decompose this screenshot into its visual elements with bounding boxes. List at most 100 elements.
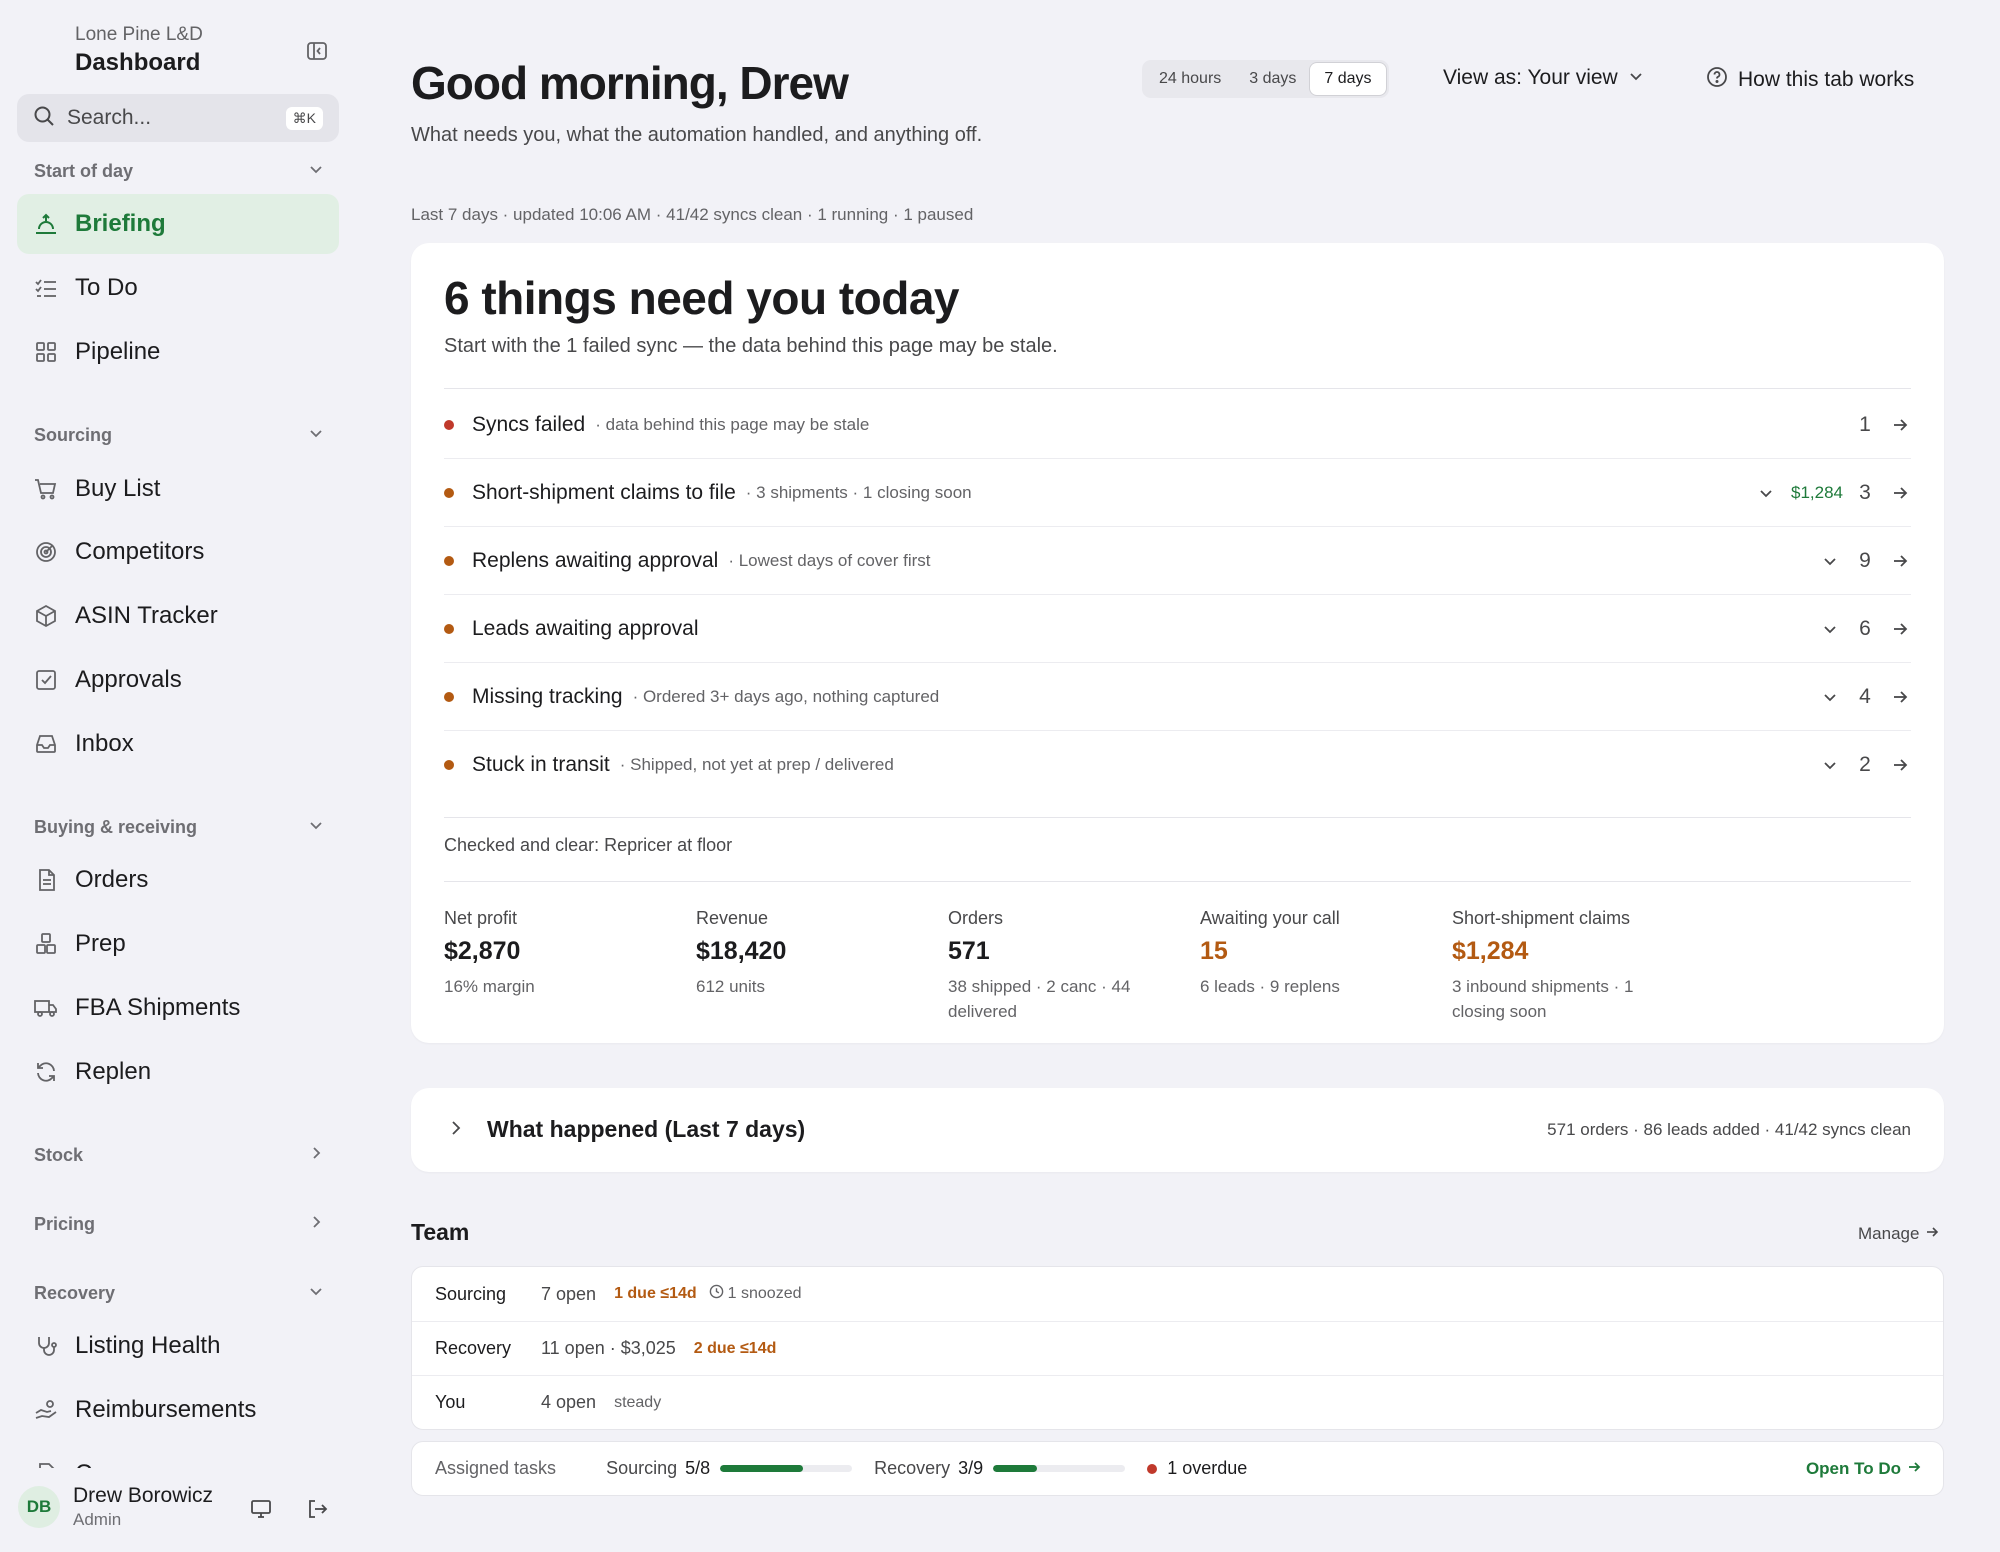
- sidebar: Lone Pine L&D Dashboard Search... ⌘K Sta…: [0, 0, 356, 1552]
- divider: [444, 817, 1911, 818]
- range-24-hours[interactable]: 24 hours: [1145, 63, 1235, 95]
- arrow-right-icon[interactable]: [1889, 618, 1911, 640]
- sidebar-item-fba-shipments[interactable]: FBA Shipments: [17, 978, 339, 1038]
- sidebar-item-competitors[interactable]: Competitors: [17, 522, 339, 582]
- arrow-right-icon[interactable]: [1889, 754, 1911, 776]
- what-happened-title: What happened (Last 7 days): [487, 1116, 806, 1142]
- sidebar-item-pipeline[interactable]: Pipeline: [17, 322, 339, 382]
- range-3-days[interactable]: 3 days: [1235, 63, 1310, 95]
- section-sourcing[interactable]: Sourcing: [34, 421, 324, 449]
- status-dot: [444, 555, 454, 566]
- task-row-syncs-failed[interactable]: Syncs failed · data behind this page may …: [444, 391, 1911, 459]
- inbox-icon: [33, 731, 59, 757]
- page-subtitle: What needs you, what the automation hand…: [411, 124, 983, 146]
- sidebar-item-briefing[interactable]: Briefing: [17, 194, 339, 254]
- metric-awaiting-call[interactable]: Awaiting your call 15 6 leads · 9 replen…: [1200, 908, 1430, 999]
- sidebar-item-label: Competitors: [75, 538, 205, 565]
- section-buying-receiving[interactable]: Buying & receiving: [34, 813, 324, 841]
- metric-label: Awaiting your call: [1200, 908, 1340, 928]
- search-input[interactable]: Search... ⌘K: [17, 94, 339, 142]
- task-row-short-shipment-claims[interactable]: Short-shipment claims to file · 3 shipmen…: [444, 459, 1911, 527]
- section-pricing[interactable]: Pricing: [34, 1210, 324, 1238]
- chevron-down-icon[interactable]: [1819, 686, 1841, 708]
- team-due-badge: 2 due ≤14d: [693, 1339, 777, 1357]
- sidebar-collapse-icon[interactable]: [302, 36, 332, 66]
- team-row-recovery[interactable]: Recovery 11 open · $3,025 2 due ≤14d: [412, 1321, 1943, 1375]
- what-happened-card[interactable]: What happened (Last 7 days) 571 orders ·…: [411, 1088, 1944, 1172]
- chevron-down-icon: [1628, 66, 1644, 90]
- arrow-right-icon[interactable]: [1889, 414, 1911, 436]
- sidebar-item-buy-list[interactable]: Buy List: [17, 459, 339, 519]
- sidebar-item-listing-health[interactable]: Listing Health: [17, 1316, 339, 1376]
- manage-team-link[interactable]: Manage: [1858, 1224, 1939, 1244]
- team-row-sourcing[interactable]: Sourcing 7 open 1 due ≤14d 1 snoozed: [412, 1267, 1943, 1321]
- assigned-tasks-bar: Assigned tasks Sourcing 5/8 Recovery 3/9…: [411, 1441, 1944, 1496]
- arrow-right-icon[interactable]: [1889, 550, 1911, 572]
- metric-value: 15: [1200, 937, 1228, 965]
- what-happened-summary: 571 orders · 86 leads added · 41/42 sync…: [1547, 1120, 1911, 1139]
- metric-revenue[interactable]: Revenue $18,420 612 units: [696, 908, 926, 999]
- how-tab-works-button[interactable]: How this tab works: [1706, 66, 1914, 94]
- help-circle-icon: [1706, 66, 1728, 94]
- team-heading: Team: [411, 1219, 470, 1245]
- overdue-indicator[interactable]: 1 overdue: [1147, 1458, 1247, 1479]
- task-count: 6: [1859, 616, 1871, 640]
- open-todo-link[interactable]: Open To Do: [1806, 1459, 1921, 1479]
- metric-sub: 612 units: [696, 977, 765, 996]
- view-as-dropdown[interactable]: View as: Your view: [1443, 66, 1644, 90]
- chevron-down-icon[interactable]: [1819, 754, 1841, 776]
- sidebar-item-todo[interactable]: To Do: [17, 258, 339, 318]
- task-count: 3: [1859, 480, 1871, 504]
- task-meta: · Shipped, not yet at prep / delivered: [619, 755, 894, 774]
- task-actions: 4: [1819, 685, 1911, 709]
- sidebar-item-reimbursements[interactable]: Reimbursements: [17, 1380, 339, 1440]
- metric-label: Orders: [948, 908, 1004, 928]
- section-recovery[interactable]: Recovery: [34, 1279, 324, 1307]
- section-label: Start of day: [34, 160, 134, 181]
- chevron-down-icon[interactable]: [1819, 550, 1841, 572]
- assigned-tasks-label: Assigned tasks: [435, 1458, 557, 1478]
- team-row-you[interactable]: You 4 open steady: [412, 1375, 1943, 1429]
- avatar[interactable]: DB: [18, 1486, 60, 1528]
- metric-short-shipment-claims[interactable]: Short-shipment claims $1,284 3 inbound s…: [1452, 908, 1682, 1024]
- truck-icon: [33, 995, 59, 1021]
- sidebar-item-approvals[interactable]: Approvals: [17, 650, 339, 710]
- tasks-group-value: 5/8: [685, 1458, 711, 1478]
- metric-sub: 6 leads · 9 replens: [1200, 977, 1340, 996]
- status-dot: [1147, 1463, 1158, 1474]
- user-role: Admin: [73, 1510, 122, 1529]
- status-dot: [444, 419, 454, 430]
- chevron-down-icon[interactable]: [1755, 482, 1777, 504]
- monitor-icon[interactable]: [248, 1496, 274, 1522]
- boxes-icon: [33, 931, 59, 957]
- task-row-stuck-in-transit[interactable]: Stuck in transit · Shipped, not yet at pr…: [444, 731, 1911, 799]
- needs-you-subtitle: Start with the 1 failed sync — the data …: [444, 335, 1058, 357]
- metric-net-profit[interactable]: Net profit $2,870 16% margin: [444, 908, 674, 999]
- arrow-right-icon[interactable]: [1889, 482, 1911, 504]
- task-row-leads-awaiting[interactable]: Leads awaiting approval 6: [444, 595, 1911, 663]
- sidebar-item-asin-tracker[interactable]: ASIN Tracker: [17, 586, 339, 646]
- sidebar-item-orders[interactable]: Orders: [17, 850, 339, 910]
- section-start-of-day[interactable]: Start of day: [34, 157, 324, 185]
- task-row-missing-tracking[interactable]: Missing tracking · Ordered 3+ days ago, n…: [444, 663, 1911, 731]
- range-7-days[interactable]: 7 days: [1310, 63, 1386, 95]
- divider: [444, 881, 1911, 882]
- task-count: 2: [1859, 753, 1871, 776]
- arrow-right-icon[interactable]: [1889, 686, 1911, 708]
- sidebar-item-replen[interactable]: Replen: [17, 1042, 339, 1102]
- section-stock[interactable]: Stock: [34, 1141, 324, 1169]
- task-actions: 2: [1819, 753, 1911, 777]
- logout-icon[interactable]: [304, 1496, 330, 1522]
- task-actions: 1: [1855, 413, 1911, 437]
- chevron-down-icon[interactable]: [1819, 618, 1841, 640]
- sidebar-item-prep[interactable]: Prep: [17, 914, 339, 974]
- search-shortcut: ⌘K: [285, 106, 323, 130]
- package-search-icon: [33, 603, 59, 629]
- task-meta: · Lowest days of cover first: [728, 550, 931, 570]
- arrow-right-icon: [1907, 1459, 1921, 1479]
- app-title: Dashboard: [75, 49, 201, 76]
- progress-bar: [993, 1465, 1126, 1472]
- sidebar-item-inbox[interactable]: Inbox: [17, 714, 339, 774]
- task-row-replens-awaiting[interactable]: Replens awaiting approval · Lowest days o…: [444, 527, 1911, 595]
- metric-orders[interactable]: Orders 571 38 shipped · 2 canc · 44 deli…: [948, 908, 1178, 1024]
